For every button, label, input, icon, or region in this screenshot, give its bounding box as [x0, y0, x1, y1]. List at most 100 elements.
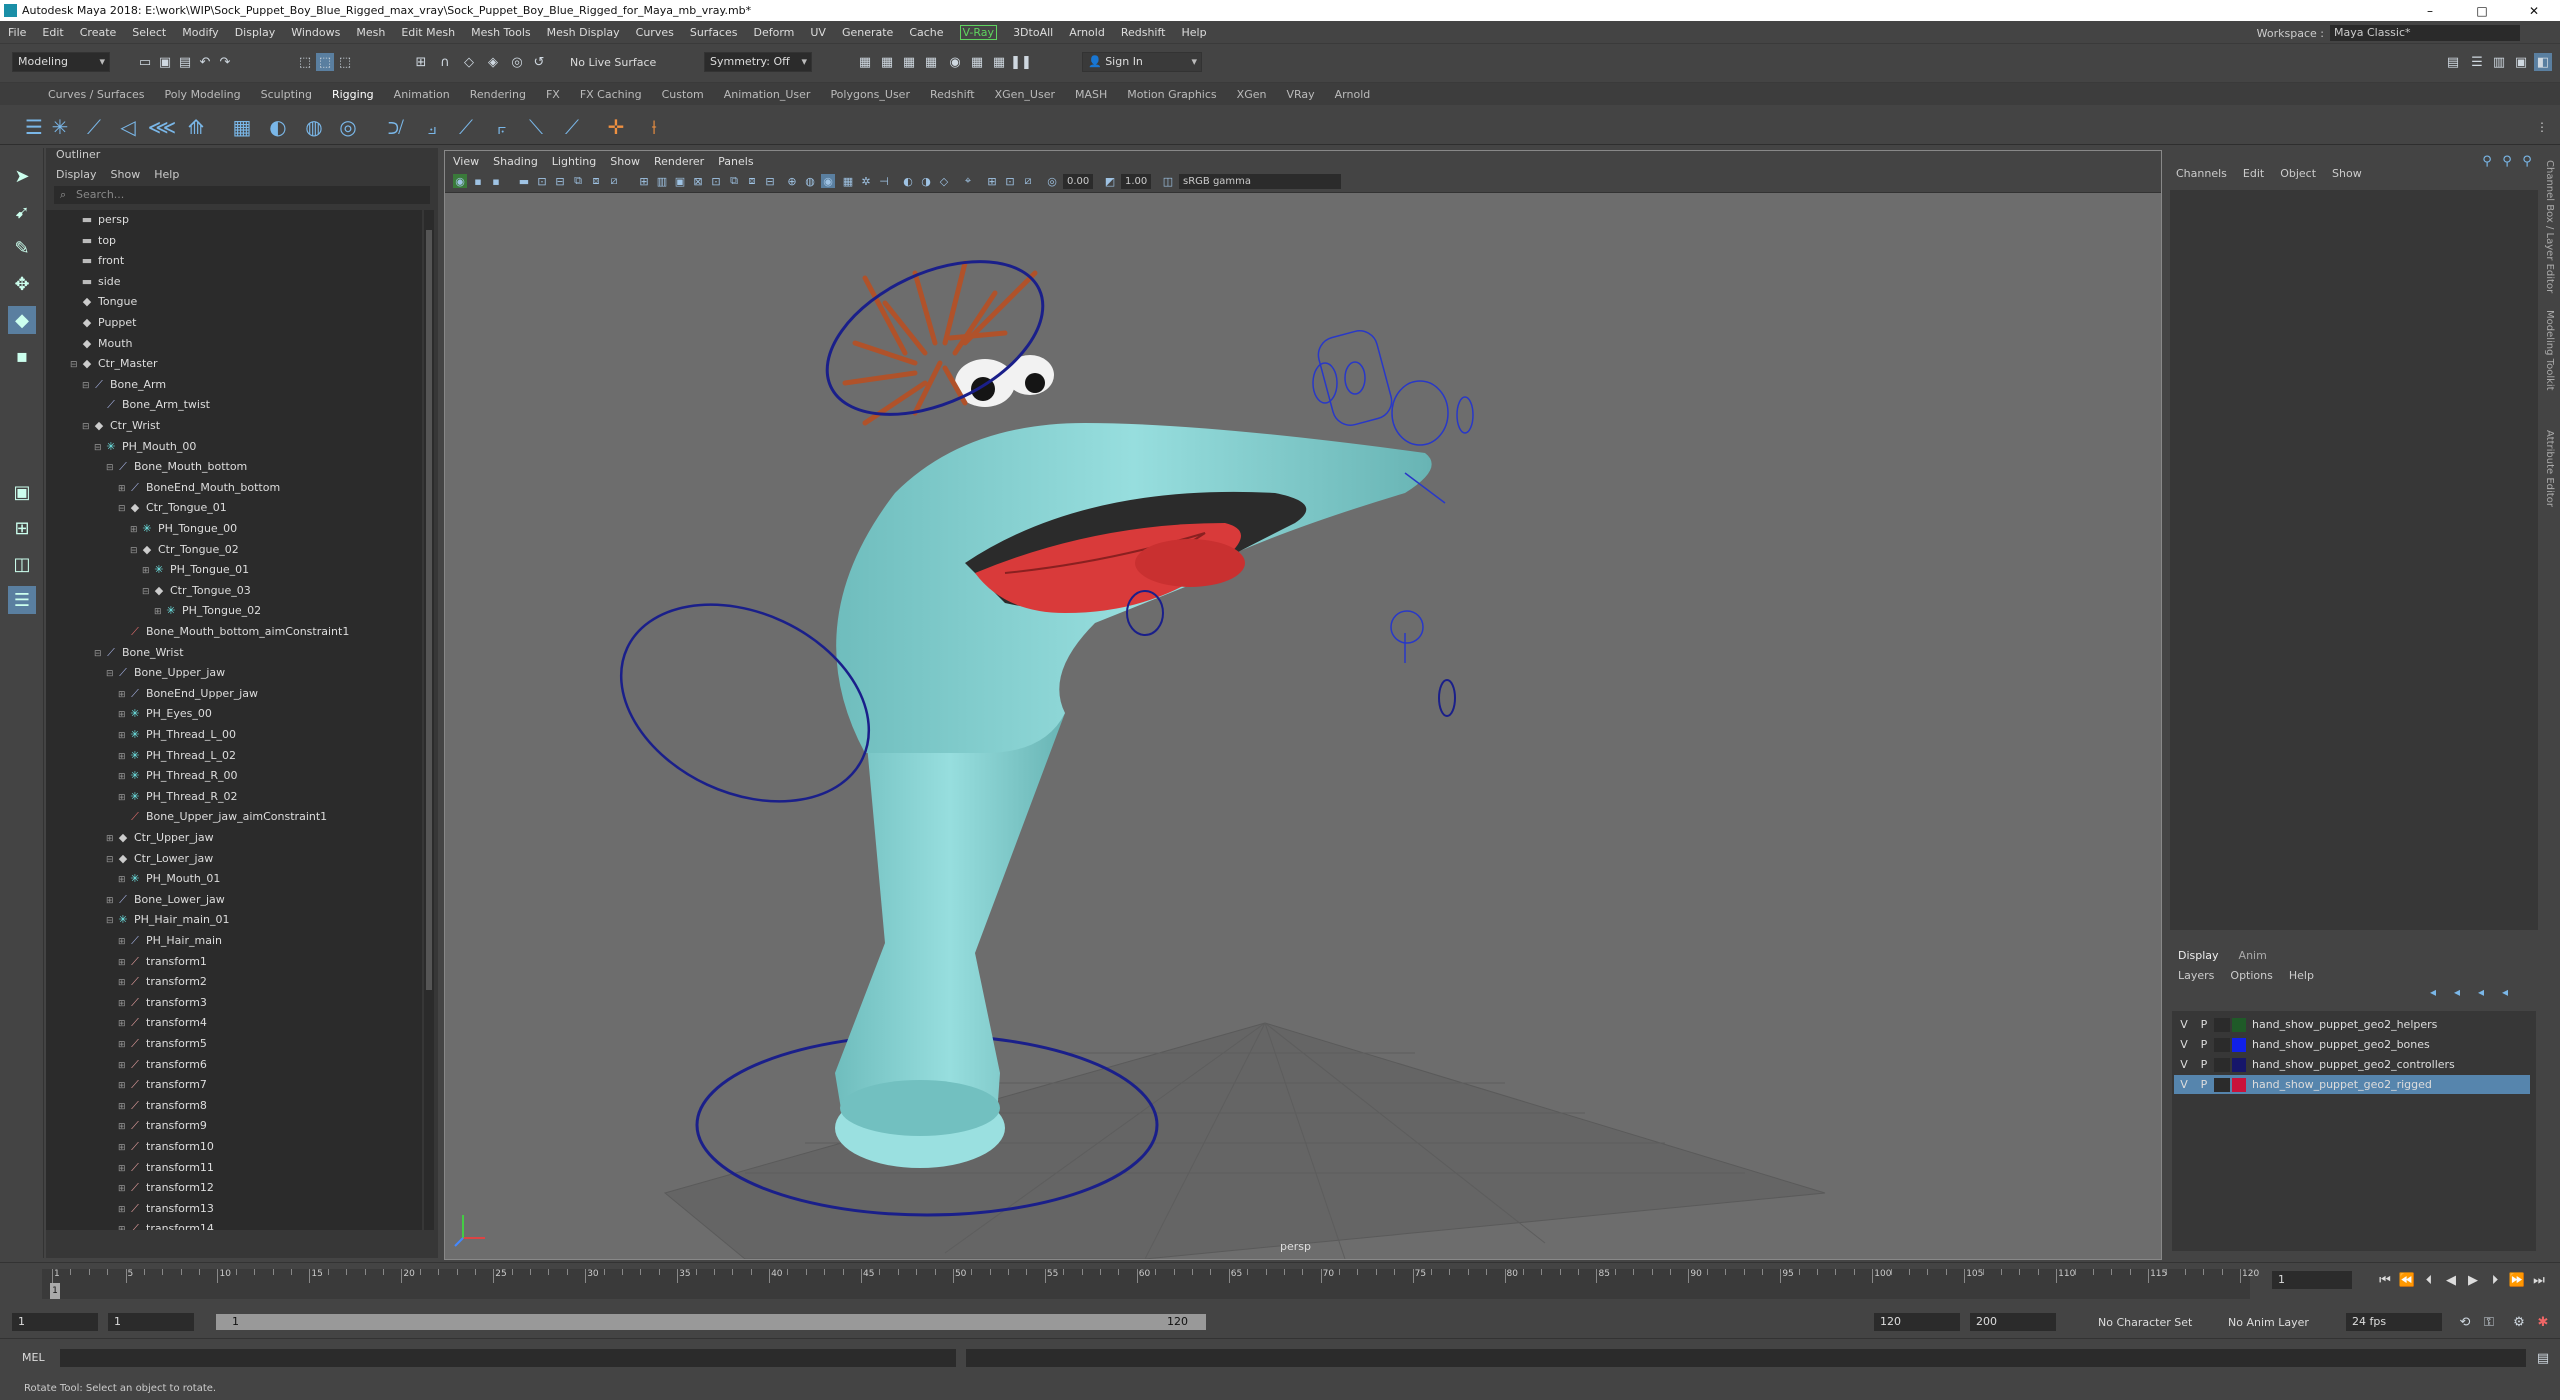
layer-playback-toggle[interactable]: P	[2194, 1038, 2214, 1051]
expand-toggle-icon[interactable]: ⊟	[106, 664, 116, 684]
shelf-tab-fx-caching[interactable]: FX Caching	[580, 88, 642, 101]
current-frame-field[interactable]: 1	[2272, 1271, 2352, 1289]
outliner-item[interactable]: ◆ Mouth	[46, 334, 422, 354]
menu-help[interactable]: Help	[1181, 26, 1206, 39]
layer-visibility-toggle[interactable]: V	[2174, 1058, 2194, 1071]
outliner-item[interactable]: ▬ persp	[46, 210, 422, 230]
expand-toggle-icon[interactable]: ⊞	[118, 788, 128, 808]
layer-row[interactable]: V Phand_show_puppet_geo2_bones	[2174, 1035, 2530, 1054]
color-management-icon[interactable]: ◫	[1161, 174, 1175, 188]
shelf-scroll-icon[interactable]: ⋮	[2530, 115, 2554, 139]
layer-visibility-toggle[interactable]: V	[2174, 1038, 2194, 1051]
channel-box-icon-3[interactable]: ⚲	[2518, 152, 2536, 170]
outliner-item[interactable]: ⊞ ✳ PH_Tongue_01	[46, 560, 422, 580]
layer-menu-help[interactable]: Help	[2289, 969, 2314, 982]
new-scene-icon[interactable]: ▭	[136, 53, 154, 71]
loop-icon[interactable]: ⟲	[2456, 1313, 2474, 1331]
snap-grid-icon[interactable]: ⊞	[412, 53, 430, 71]
3d-scene[interactable]: persp	[445, 193, 2161, 1260]
go-to-end-icon[interactable]: ⏭	[2528, 1273, 2550, 1288]
expand-toggle-icon[interactable]: ⊞	[106, 829, 116, 849]
step-back-key-icon[interactable]: ⏪	[2396, 1273, 2418, 1288]
grid-icon[interactable]: ⧉	[571, 174, 585, 188]
outliner-item[interactable]: ⊞ ⟋ transform13	[46, 1199, 422, 1219]
pane-layout-icon[interactable]: ⧄	[1021, 174, 1035, 188]
outliner-menu-help[interactable]: Help	[154, 168, 179, 181]
shelf-tab-rendering[interactable]: Rendering	[470, 88, 526, 101]
layer-visibility-toggle[interactable]: V	[2174, 1078, 2194, 1091]
go-to-start-icon[interactable]: ⏮	[2374, 1273, 2396, 1288]
channel-box-menu-show[interactable]: Show	[2332, 167, 2362, 180]
expand-toggle-icon[interactable]: ⊞	[142, 561, 152, 581]
expand-toggle-icon[interactable]: ⊟	[106, 850, 116, 870]
orient-joint-icon[interactable]: ⟰	[184, 115, 208, 139]
layer-display-type-toggle[interactable]	[2214, 1037, 2230, 1052]
shelf-tab-curves-surfaces[interactable]: Curves / Surfaces	[48, 88, 145, 101]
interactive-bind-icon[interactable]: ⟓	[420, 115, 444, 139]
layer-menu-options[interactable]: Options	[2230, 969, 2272, 982]
outliner-item[interactable]: ⊟ ✳ PH_Hair_main_01	[46, 910, 422, 930]
ik-spline-icon[interactable]: ◁	[116, 115, 140, 139]
expand-toggle-icon[interactable]: ⊞	[118, 747, 128, 767]
play-forward-icon[interactable]: ▶	[2462, 1273, 2484, 1288]
script-editor-icon[interactable]: ▤	[2534, 1349, 2552, 1367]
toggle-channel-box-icon[interactable]: ▣	[2512, 53, 2530, 71]
menu-select[interactable]: Select	[132, 26, 166, 39]
side-by-side-layout-icon[interactable]: ◫	[8, 550, 36, 578]
side-tab-modeling-toolkit[interactable]: Modeling Toolkit	[2544, 310, 2555, 391]
expand-toggle-icon[interactable]: ⊞	[118, 685, 128, 705]
step-forward-frame-icon[interactable]: ⏵	[2484, 1273, 2506, 1288]
move-layer-down-icon[interactable]: ◂	[2454, 985, 2478, 999]
ambient-occlusion-icon[interactable]: ◐	[901, 174, 915, 188]
toggle-outliner-icon[interactable]: ◧	[2534, 53, 2552, 71]
outliner-item[interactable]: ⊞ ⟋ transform5	[46, 1034, 422, 1054]
isolate-select-icon[interactable]: ⊕	[785, 174, 799, 188]
channel-box-menu-object[interactable]: Object	[2280, 167, 2316, 180]
sound-icon[interactable]: ✱	[2534, 1313, 2552, 1331]
layer-row[interactable]: V Phand_show_puppet_geo2_controllers	[2174, 1055, 2530, 1074]
create-blendshape-icon[interactable]: ◍	[302, 115, 326, 139]
ik-handle-icon[interactable]: ⟋	[82, 115, 106, 139]
sign-in-dropdown[interactable]: 👤 Sign In	[1082, 52, 1202, 72]
outliner-item[interactable]: ⊟ ⟋ Bone_Upper_jaw	[46, 663, 422, 683]
animation-preferences-icon[interactable]: ⚙	[2510, 1313, 2528, 1331]
layer-tab-anim[interactable]: Anim	[2239, 949, 2267, 962]
paint-select-tool-icon[interactable]: ✎	[8, 234, 36, 262]
fit-all-icon[interactable]: ⊡	[1003, 174, 1017, 188]
hypershade-icon[interactable]: ◉	[946, 53, 964, 71]
expand-toggle-icon[interactable]: ⊟	[106, 911, 116, 931]
expand-toggle-icon[interactable]: ⊞	[118, 994, 128, 1014]
smooth-shade-icon[interactable]: ▥	[655, 174, 669, 188]
outliner-item[interactable]: ▬ front	[46, 251, 422, 271]
redo-icon[interactable]: ↷	[216, 53, 234, 71]
scene-end-field[interactable]: 200	[1970, 1313, 2056, 1331]
outliner-item[interactable]: ⊞ ⟋ transform11	[46, 1158, 422, 1178]
close-button[interactable]: ✕	[2508, 0, 2560, 21]
gamma-icon[interactable]: ◩	[1103, 174, 1117, 188]
layer-visibility-toggle[interactable]: V	[2174, 1018, 2194, 1031]
menu-deform[interactable]: Deform	[753, 26, 794, 39]
toggle-tool-settings-icon[interactable]: ▥	[2490, 53, 2508, 71]
shelf-tab-vray[interactable]: VRay	[1286, 88, 1314, 101]
shelf-tab-fx[interactable]: FX	[546, 88, 560, 101]
expand-toggle-icon[interactable]: ⊟	[118, 499, 128, 519]
shelf-tab-xgen-user[interactable]: XGen_User	[995, 88, 1055, 101]
outliner-item[interactable]: ⊟ ◆ Ctr_Lower_jaw	[46, 849, 422, 869]
pause-render-icon[interactable]: ❚❚	[1010, 53, 1032, 71]
motion-blur-icon[interactable]: ⊟	[763, 174, 777, 188]
snap-surface-icon[interactable]: ◎	[508, 53, 526, 71]
gamma-field[interactable]: 1.00	[1121, 174, 1151, 189]
render-sequence-icon[interactable]: ▦	[878, 53, 896, 71]
play-backward-icon[interactable]: ◀	[2440, 1273, 2462, 1288]
layer-display-type-toggle[interactable]	[2214, 1077, 2230, 1092]
outliner-item[interactable]: ⊞ ◆ Ctr_Upper_jaw	[46, 828, 422, 848]
outliner-item[interactable]: ⊞ ⟋ BoneEnd_Upper_jaw	[46, 684, 422, 704]
menu-windows[interactable]: Windows	[291, 26, 340, 39]
vray-frame-buffer-icon[interactable]: ▦	[990, 53, 1008, 71]
default-lighting-icon[interactable]: ◑	[919, 174, 933, 188]
outliner-search-input[interactable]: ⌕ Search...	[54, 186, 430, 204]
menu-curves[interactable]: Curves	[636, 26, 674, 39]
detach-skin-icon[interactable]: ⟔	[490, 115, 514, 139]
outliner-item[interactable]: ⟋ Bone_Upper_jaw_aimConstraint1	[46, 807, 422, 827]
menu-3dtoall[interactable]: 3DtoAll	[1013, 26, 1053, 39]
